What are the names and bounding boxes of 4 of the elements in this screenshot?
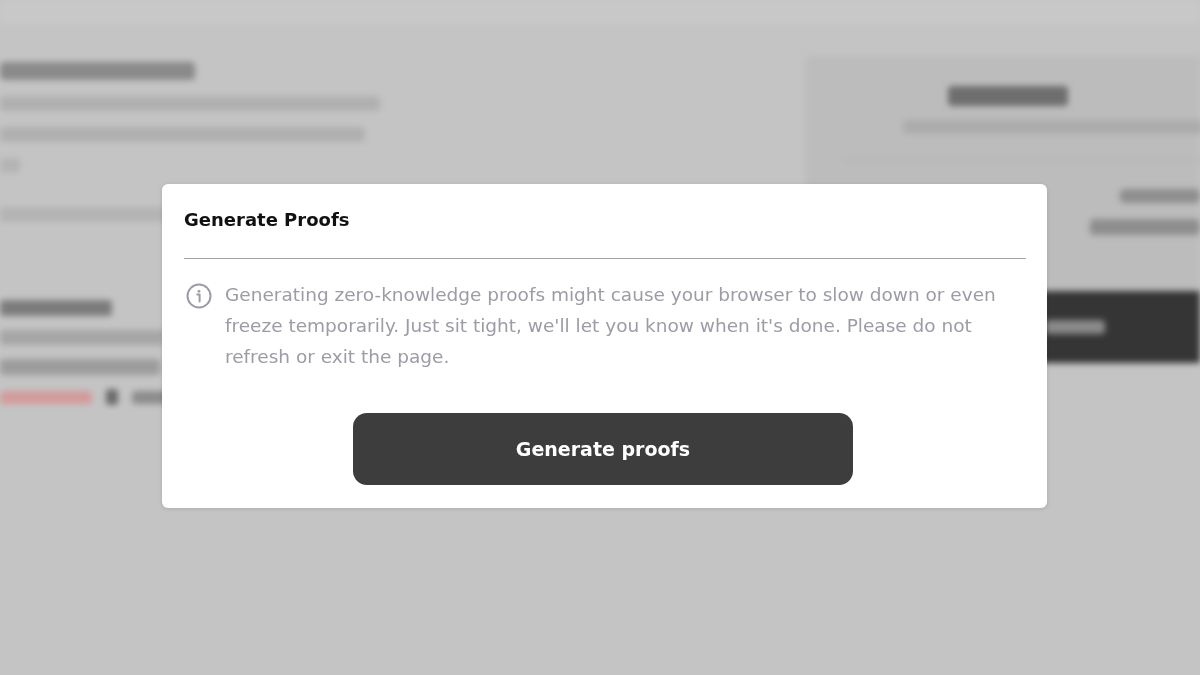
generate-proofs-button[interactable]: Generate proofs (353, 413, 853, 485)
info-icon (186, 283, 212, 309)
dialog-title: Generate Proofs (184, 208, 351, 232)
dialog-message: Generating zero-knowledge proofs might cause your browser to slow down or even freeze temporarily. Just sit tight, we'll let you know when it's done. Please do not refresh or exit the page. (225, 283, 997, 369)
